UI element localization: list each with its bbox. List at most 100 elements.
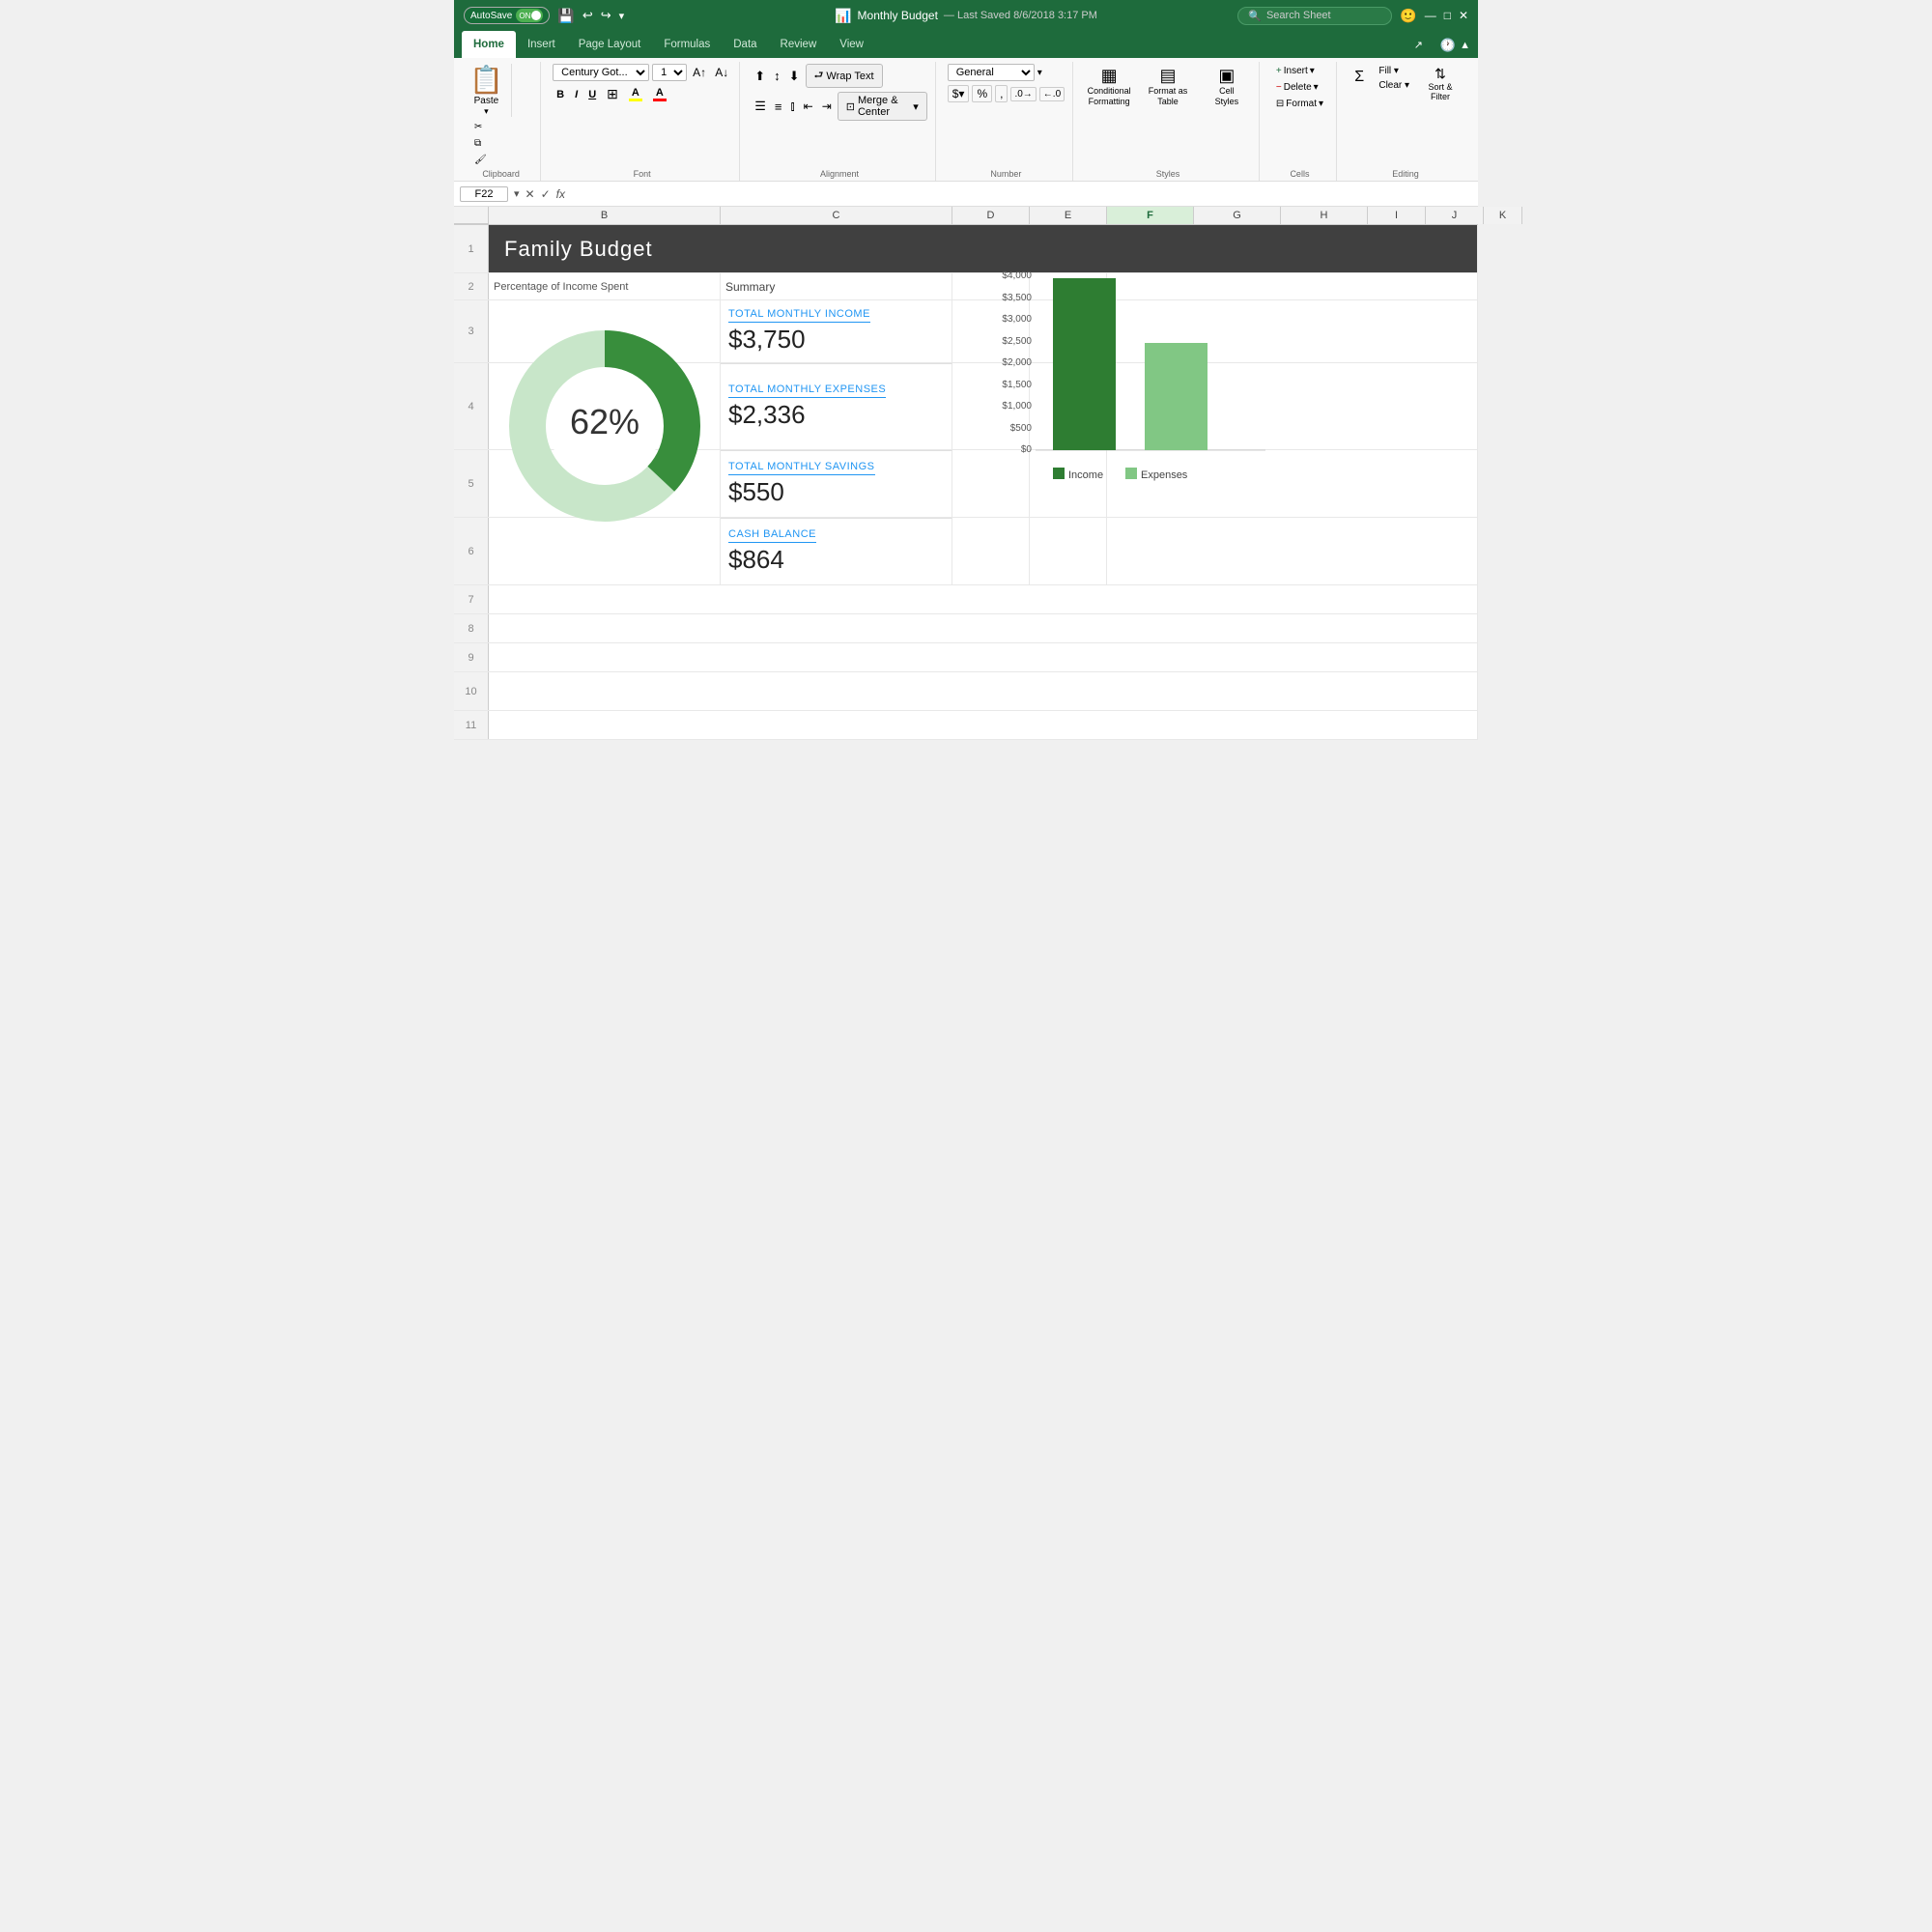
formula-expand-icon[interactable]: ▾: [514, 187, 520, 200]
tab-insert[interactable]: Insert: [516, 31, 567, 58]
confirm-entry-icon[interactable]: ✓: [541, 187, 551, 201]
col-header-g[interactable]: G: [1194, 207, 1281, 224]
col-header-c[interactable]: C: [721, 207, 952, 224]
share-button[interactable]: ↗: [1405, 36, 1436, 54]
clear-button[interactable]: Clear ▾: [1374, 78, 1414, 93]
col-header-d[interactable]: D: [952, 207, 1030, 224]
row5-chart-cell: [1107, 450, 1478, 517]
formula-input[interactable]: [571, 187, 1472, 201]
close-icon[interactable]: ✕: [1459, 9, 1468, 22]
align-right-icon[interactable]: ⫾: [787, 98, 797, 115]
col-header-h[interactable]: H: [1281, 207, 1368, 224]
col-header-e[interactable]: E: [1030, 207, 1107, 224]
align-bottom-icon[interactable]: ⬇: [786, 68, 803, 85]
font-color-indicator: [653, 99, 667, 101]
row5-c-savings[interactable]: TOTAL MONTHLY SAVINGS $550: [721, 450, 952, 517]
decrease-font-icon[interactable]: A↓: [712, 65, 731, 80]
border-button[interactable]: ⊞: [603, 85, 622, 103]
title-cell[interactable]: Family Budget: [489, 225, 1478, 272]
merge-center-button[interactable]: ⊡ Merge & Center ▾: [838, 92, 927, 121]
save-icon[interactable]: 💾: [557, 8, 574, 24]
increase-indent-icon[interactable]: ⇥: [819, 99, 835, 114]
undo-icon[interactable]: ↩: [582, 8, 593, 23]
align-left-icon[interactable]: ☰: [752, 98, 769, 115]
conditional-formatting-button[interactable]: ▦ ConditionalFormatting: [1085, 64, 1133, 109]
delete-button[interactable]: − Delete ▾: [1271, 80, 1328, 95]
minimize-icon[interactable]: —: [1425, 9, 1436, 22]
search-box[interactable]: 🔍 Search Sheet: [1237, 7, 1392, 25]
clipboard-buttons: 📋 Paste ▾ ✂ ⧉ 🖌: [469, 64, 532, 167]
spreadsheet-title: Family Budget: [504, 237, 653, 262]
autosum-button[interactable]: Σ: [1349, 64, 1370, 91]
tab-home[interactable]: Home: [462, 31, 516, 58]
delete-dropdown[interactable]: ▾: [1314, 82, 1319, 93]
customize-icon[interactable]: ▾: [619, 10, 625, 22]
tab-data[interactable]: Data: [722, 31, 768, 58]
autosave-badge[interactable]: AutoSave ON: [464, 7, 550, 24]
row-num-6: 6: [454, 518, 489, 584]
cancel-entry-icon[interactable]: ✕: [526, 187, 535, 201]
align-top-icon[interactable]: ⬆: [752, 68, 768, 85]
italic-button[interactable]: I: [571, 88, 582, 101]
increase-decimal-button[interactable]: ←.0: [1039, 87, 1065, 101]
wrap-text-button[interactable]: ⮐ Wrap Text: [806, 64, 883, 88]
fill-color-button[interactable]: A: [625, 86, 646, 102]
row3-c-income[interactable]: TOTAL MONTHLY INCOME $3,750: [721, 300, 952, 362]
maximize-icon[interactable]: □: [1444, 9, 1451, 22]
font-size-select[interactable]: 11: [652, 64, 687, 81]
row-num-11: 11: [454, 711, 489, 739]
col-header-k[interactable]: K: [1484, 207, 1522, 224]
row2-b-cell[interactable]: Percentage of Income Spent: [489, 273, 721, 299]
paste-label: Paste: [474, 96, 499, 106]
ribbon-minimize-icon[interactable]: ▲: [1460, 40, 1470, 51]
font-name-select[interactable]: Century Got...: [553, 64, 649, 81]
underline-button[interactable]: U: [584, 88, 600, 101]
redo-icon[interactable]: ↪: [601, 8, 611, 23]
col-header-f[interactable]: F: [1107, 207, 1194, 224]
cut-button[interactable]: ✂: [469, 120, 492, 134]
decrease-decimal-button[interactable]: .0→: [1010, 87, 1036, 101]
percent-button[interactable]: %: [972, 85, 992, 102]
row6-c-balance[interactable]: CASH BALANCE $864: [721, 518, 952, 584]
cell-reference-box[interactable]: [460, 186, 508, 202]
insert-dropdown[interactable]: ▾: [1310, 66, 1315, 76]
history-icon[interactable]: 🕐: [1440, 38, 1456, 53]
merge-dropdown-icon[interactable]: ▾: [913, 100, 919, 113]
format-painter-button[interactable]: 🖌: [469, 153, 492, 167]
number-format-dropdown[interactable]: ▾: [1037, 68, 1042, 78]
row-num-2: 2: [454, 273, 489, 299]
currency-button[interactable]: $▾: [948, 85, 970, 102]
paste-dropdown[interactable]: ▾: [484, 106, 489, 117]
tab-formulas[interactable]: Formulas: [652, 31, 722, 58]
styles-controls: ▦ ConditionalFormatting ▤ Format as Tabl…: [1085, 64, 1251, 109]
tab-view[interactable]: View: [828, 31, 875, 58]
copy-button[interactable]: ⧉: [469, 136, 492, 151]
autosave-toggle[interactable]: ON: [516, 9, 543, 22]
cell-styles-button[interactable]: ▣ Cell Styles: [1203, 64, 1251, 109]
number-format-select[interactable]: General: [948, 64, 1035, 81]
col-header-i[interactable]: I: [1368, 207, 1426, 224]
align-middle-icon[interactable]: ↕: [771, 68, 783, 84]
comma-button[interactable]: ,: [995, 85, 1008, 102]
row-num-5: 5: [454, 450, 489, 517]
format-button[interactable]: ⊟ Format ▾: [1271, 97, 1328, 111]
fill-button[interactable]: Fill ▾: [1374, 64, 1414, 78]
row2-c-cell[interactable]: Summary: [721, 273, 952, 299]
align-center-icon[interactable]: ≡: [772, 99, 785, 115]
row-num-7: 7: [454, 585, 489, 613]
insert-button[interactable]: + Insert ▾: [1271, 64, 1328, 78]
tab-review[interactable]: Review: [769, 31, 829, 58]
decrease-indent-icon[interactable]: ⇤: [801, 99, 816, 114]
format-dropdown[interactable]: ▾: [1319, 99, 1323, 109]
paste-button[interactable]: 📋 Paste ▾: [469, 64, 512, 117]
increase-font-icon[interactable]: A↑: [690, 65, 709, 80]
sort-filter-button[interactable]: ⇅ Sort & Filter: [1418, 64, 1463, 103]
col-header-j[interactable]: J: [1426, 207, 1484, 224]
tab-pagelayout[interactable]: Page Layout: [567, 31, 653, 58]
row4-c-expenses[interactable]: TOTAL MONTHLY EXPENSES $2,336: [721, 363, 952, 449]
font-color-button[interactable]: A: [649, 86, 670, 102]
format-as-table-button[interactable]: ▤ Format as Table: [1139, 64, 1197, 109]
bold-button[interactable]: B: [553, 88, 568, 101]
styles-group-label: Styles: [1156, 169, 1180, 179]
col-header-b[interactable]: B: [489, 207, 721, 224]
